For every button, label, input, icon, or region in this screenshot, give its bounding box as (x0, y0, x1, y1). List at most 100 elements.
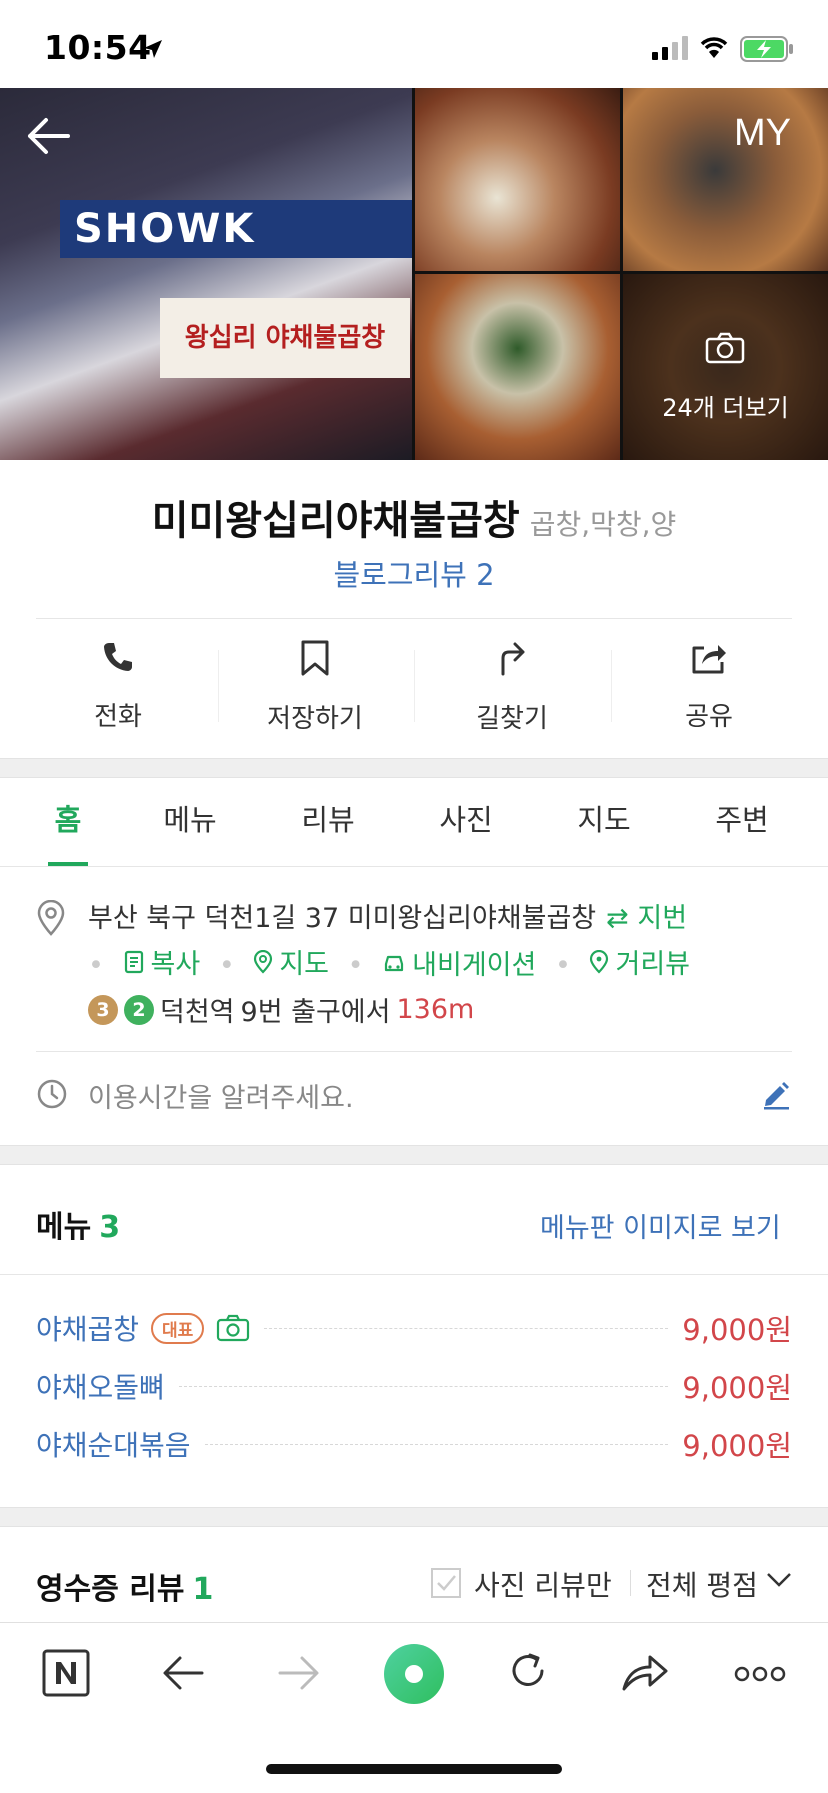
subway-info: 3 2 덕천역 9번 출구에서 136m (88, 990, 474, 1029)
status-time: 10:54 (44, 28, 152, 67)
directions-icon (501, 642, 525, 676)
checkbox-icon[interactable] (430, 1567, 462, 1599)
location-arrow-icon (144, 40, 162, 58)
call-button[interactable]: 전화 (20, 640, 216, 733)
copy-button[interactable]: 복사 (123, 942, 201, 981)
menu-title: 메뉴 (36, 1210, 92, 1245)
share-button[interactable]: 공유 (611, 640, 807, 733)
place-name: 미미왕십리야채불곱창 (151, 498, 520, 544)
photo-review-only-filter[interactable]: 사진 리뷰만 (474, 1564, 612, 1604)
exit-text: 9번 출구에서 (240, 997, 391, 1028)
distance: 136m (396, 994, 475, 1025)
food-photo-1[interactable] (415, 88, 620, 271)
green-dot-button-icon[interactable] (383, 1643, 445, 1705)
filter-separator (630, 1570, 631, 1596)
navigation-label: 내비게이션 (412, 950, 537, 981)
tab-bar: 홈 메뉴 리뷰 사진 지도 주변 (0, 778, 828, 867)
car-icon (385, 955, 404, 971)
receipt-review-label: 영수증 리뷰 (36, 1572, 185, 1607)
home-indicator[interactable] (266, 1764, 562, 1774)
place-category: 곱창,막창,양 (529, 508, 677, 541)
tab-nearby[interactable]: 주변 (702, 778, 782, 866)
section-gap (0, 758, 828, 778)
active-tab-indicator (48, 862, 88, 866)
phone-icon (104, 643, 132, 671)
divider (36, 1051, 792, 1052)
share-label: 공유 (685, 702, 733, 732)
tab-home[interactable]: 홈 (28, 778, 108, 866)
representative-badge: 대표 (151, 1312, 205, 1344)
place-title: 미미왕십리야채불곱창 곱창,막창,양 (0, 488, 828, 546)
dotted-leader (178, 1385, 669, 1387)
tab-photo[interactable]: 사진 (426, 778, 506, 866)
tab-review[interactable]: 리뷰 (288, 778, 368, 866)
storefront-sign-decor: SHOWK (60, 200, 412, 258)
food-photo-3[interactable] (415, 274, 620, 460)
address-links: • 복사 • 지도 • 내비게이션 • 거리뷰 (88, 942, 690, 982)
street-view-link[interactable]: 거리뷰 (589, 942, 690, 981)
jibun-toggle[interactable]: ⇄ 지번 (606, 903, 687, 934)
menu-item-price: 9,000원 (682, 1429, 792, 1463)
menu-image-link[interactable]: 메뉴판 이미지로 보기 (540, 1206, 781, 1245)
menu-item-name: 야채오돌뼈 (36, 1371, 165, 1404)
directions-button[interactable]: 길찾기 (414, 640, 610, 735)
subway-line-2-badge: 2 (124, 994, 154, 1025)
chevron-down-icon[interactable] (766, 1572, 792, 1588)
station-name: 덕천역 (160, 997, 235, 1028)
menu-section-title: 메뉴 3 (36, 1202, 120, 1246)
copy-label: 복사 (150, 949, 201, 980)
hours-prompt[interactable]: 이용시간을 알려주세요. (88, 1076, 354, 1115)
refresh-icon[interactable] (506, 1649, 550, 1693)
naver-home-icon[interactable] (42, 1649, 90, 1697)
forward-icon[interactable] (276, 1653, 322, 1693)
menu-item[interactable]: 야채오돌뼈 9,000원 (36, 1366, 792, 1406)
map-pin-icon (254, 949, 273, 974)
wifi-icon (700, 37, 728, 58)
call-label: 전화 (94, 702, 142, 732)
receipt-review-title: 영수증 리뷰 1 (36, 1564, 213, 1608)
directions-label: 길찾기 (476, 704, 548, 734)
bookmark-icon (301, 640, 329, 676)
camera-icon[interactable] (216, 1314, 250, 1342)
share-arrow-icon[interactable] (620, 1651, 670, 1693)
save-button[interactable]: 저장하기 (217, 640, 413, 735)
menu-item[interactable]: 야채곱창 대표 9,000원 (36, 1308, 792, 1348)
tab-menu[interactable]: 메뉴 (150, 778, 230, 866)
address-text: 부산 북구 덕천1길 37 미미왕십리야채불곱창 (88, 903, 597, 934)
receipt-review-count: 1 (192, 1572, 214, 1607)
menu-item-name: 야채순대볶음 (36, 1429, 191, 1462)
share-icon (692, 645, 726, 674)
action-bar: 전화 저장하기 길찾기 공유 (0, 640, 828, 740)
battery-charging-icon (740, 36, 793, 62)
menu-item-price: 9,000원 (682, 1371, 792, 1405)
edit-pencil-icon[interactable] (760, 1078, 792, 1110)
food-photo-2[interactable] (623, 88, 828, 271)
street-view-icon (590, 949, 609, 974)
storefront-banner-decor: 왕십리 야채불곱창 (160, 298, 410, 378)
section-gap (0, 1507, 828, 1527)
more-photos-label[interactable]: 24개 더보기 (623, 388, 828, 423)
navigation-link[interactable]: 내비게이션 (382, 943, 536, 982)
tab-map[interactable]: 지도 (564, 778, 644, 866)
more-options-icon[interactable] (734, 1665, 786, 1683)
camera-icon (705, 332, 745, 364)
rating-dropdown[interactable]: 전체 평점 (646, 1564, 758, 1604)
subway-line-3-badge: 3 (88, 994, 118, 1025)
clock-icon (37, 1079, 67, 1109)
menu-item[interactable]: 야채순대볶음 9,000원 (36, 1424, 792, 1464)
map-link[interactable]: 지도 (253, 942, 329, 981)
status-bar: 10:54 (0, 0, 828, 88)
photo-gallery[interactable]: SHOWK 왕십리 야채불곱창 24개 더보기 (0, 88, 828, 460)
cellular-signal-icon (652, 36, 688, 60)
blog-review-link[interactable]: 블로그리뷰 2 (0, 552, 828, 594)
menu-item-name: 야채곱창 (36, 1313, 140, 1346)
dotted-leader (204, 1443, 669, 1445)
back-arrow-icon[interactable] (24, 112, 72, 160)
section-gap (0, 1145, 828, 1165)
divider (36, 618, 792, 619)
my-button[interactable]: MY (734, 112, 791, 155)
food-photo-4[interactable] (623, 274, 828, 460)
back-icon[interactable] (160, 1653, 206, 1693)
menu-item-price: 9,000원 (682, 1313, 792, 1347)
save-label: 저장하기 (267, 704, 363, 734)
